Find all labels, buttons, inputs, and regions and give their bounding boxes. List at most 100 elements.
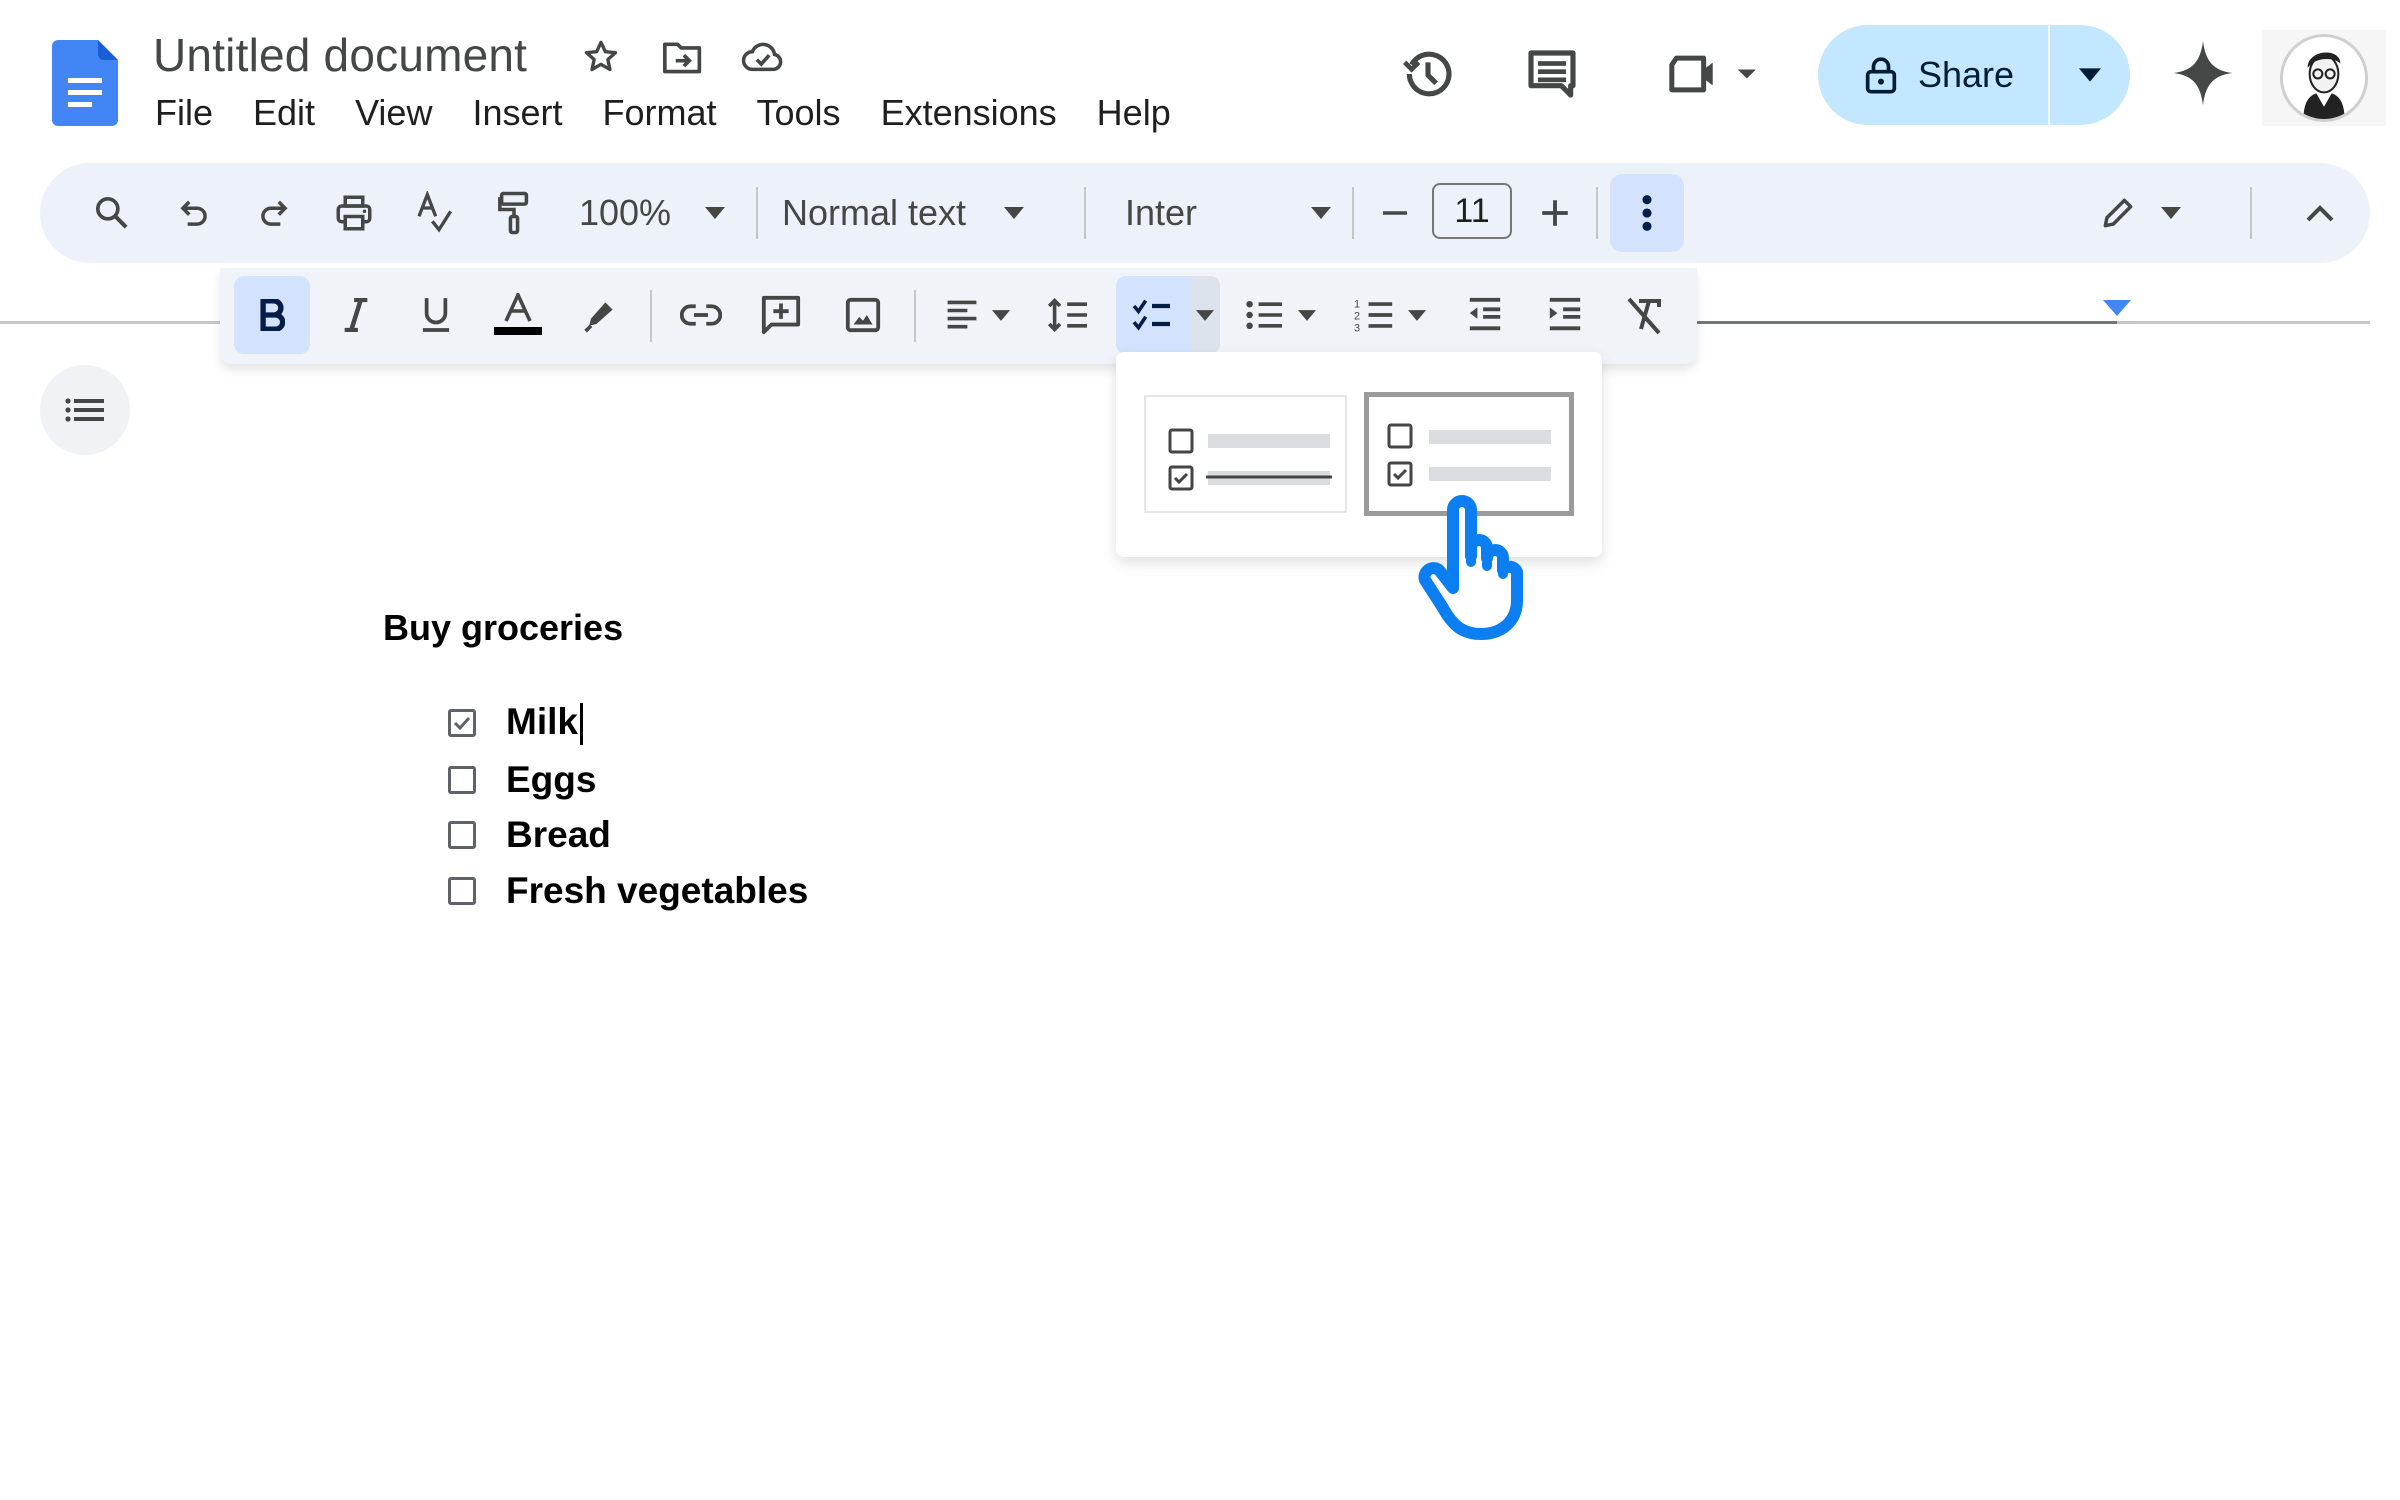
- hide-menus-button[interactable]: [2290, 163, 2350, 263]
- undo-button[interactable]: [164, 163, 224, 263]
- comments-icon[interactable]: [1520, 42, 1584, 106]
- zoom-value: 100%: [578, 192, 672, 233]
- outline-list-icon: [65, 398, 105, 422]
- increase-indent-button[interactable]: [1532, 276, 1598, 354]
- checklist-item: Fresh vegetables: [448, 866, 808, 916]
- checkbox-unchecked[interactable]: [448, 821, 476, 849]
- caret-down-icon: [1311, 207, 1331, 219]
- avatar: [2280, 34, 2368, 122]
- caret-down-icon: [1196, 309, 1214, 321]
- zoom-select[interactable]: 100%: [572, 163, 732, 263]
- numbered-list-button[interactable]: 123: [1342, 276, 1438, 354]
- pencil-icon: [2099, 194, 2137, 232]
- increase-indent-icon: [1546, 296, 1584, 334]
- checklist-icon: [1130, 297, 1174, 333]
- add-comment-icon: [760, 294, 802, 336]
- italic-button[interactable]: [324, 276, 388, 354]
- checklist-item: Eggs: [448, 755, 596, 805]
- checkbox-checked[interactable]: [448, 709, 476, 737]
- menu-help[interactable]: Help: [1077, 92, 1191, 134]
- spelling-check-button[interactable]: [404, 163, 464, 263]
- clear-formatting-icon: [1625, 295, 1665, 335]
- checklist-item-text[interactable]: Bread: [506, 814, 611, 856]
- add-comment-button[interactable]: [748, 276, 814, 354]
- share-button-group: Share: [1818, 25, 2130, 125]
- checklist-item-text[interactable]: Fresh vegetables: [506, 870, 808, 912]
- menu-insert[interactable]: Insert: [452, 92, 582, 134]
- clear-formatting-button[interactable]: [1612, 276, 1678, 354]
- svg-text:1: 1: [1354, 299, 1360, 311]
- menu-extensions[interactable]: Extensions: [861, 92, 1077, 134]
- highlight-color-button[interactable]: [568, 276, 632, 354]
- share-dropdown-button[interactable]: [2050, 25, 2130, 125]
- menu-view[interactable]: View: [335, 92, 452, 134]
- checkbox-unchecked[interactable]: [448, 877, 476, 905]
- share-button[interactable]: Share: [1818, 25, 2048, 125]
- insert-link-button[interactable]: [668, 276, 734, 354]
- decrease-indent-button[interactable]: [1452, 276, 1518, 354]
- checklist-option-strikethrough[interactable]: [1144, 395, 1347, 513]
- redo-button[interactable]: [244, 163, 304, 263]
- bulleted-list-button[interactable]: [1232, 276, 1328, 354]
- docs-logo[interactable]: [52, 40, 118, 126]
- cloud-saved-icon[interactable]: [740, 34, 786, 80]
- lock-icon: [1864, 55, 1898, 95]
- ruler-margin: [2117, 321, 2370, 324]
- menu-format[interactable]: Format: [583, 92, 737, 134]
- checklist-item-text[interactable]: Eggs: [506, 759, 596, 801]
- decrease-font-size-button[interactable]: [1370, 163, 1420, 263]
- gemini-icon[interactable]: [2172, 40, 2234, 106]
- menu-edit[interactable]: Edit: [233, 92, 335, 134]
- show-outline-button[interactable]: [40, 365, 130, 455]
- chevron-up-icon: [2306, 204, 2334, 222]
- document-heading[interactable]: Buy groceries: [383, 607, 623, 649]
- more-options-button[interactable]: [1610, 174, 1684, 252]
- print-button[interactable]: [324, 163, 384, 263]
- checklist-item-label: Milk: [506, 700, 578, 742]
- menu-tools[interactable]: Tools: [737, 92, 861, 134]
- font-size-input[interactable]: 11: [1432, 183, 1512, 239]
- checklist-item-text[interactable]: Milk: [506, 700, 583, 746]
- menu-file[interactable]: File: [153, 92, 233, 134]
- toolbar-divider: [1596, 187, 1598, 239]
- ruler: [0, 321, 225, 324]
- checklist-button[interactable]: [1116, 276, 1220, 354]
- checklist-item: Milk: [448, 698, 583, 748]
- editing-mode-button[interactable]: [2090, 163, 2190, 263]
- font-select[interactable]: Inter: [1125, 163, 1365, 263]
- svg-text:3: 3: [1354, 322, 1360, 334]
- checkbox-unchecked[interactable]: [448, 766, 476, 794]
- insert-image-button[interactable]: [830, 276, 896, 354]
- menu-bar: File Edit View Insert Format Tools Exten…: [153, 92, 1191, 134]
- text-color-button[interactable]: [482, 276, 554, 354]
- meet-icon[interactable]: [1660, 42, 1770, 106]
- spellcheck-icon: [414, 191, 454, 235]
- version-history-icon[interactable]: [1396, 42, 1460, 106]
- right-indent-marker[interactable]: [2103, 300, 2131, 316]
- link-icon: [680, 302, 722, 328]
- paint-format-icon: [495, 190, 533, 236]
- move-to-folder-icon[interactable]: [660, 34, 706, 80]
- increase-font-size-button[interactable]: [1530, 163, 1580, 263]
- line-spacing-button[interactable]: [1036, 276, 1102, 354]
- bold-button[interactable]: [234, 276, 310, 354]
- numbered-list-icon: 123: [1354, 296, 1394, 334]
- document-title[interactable]: Untitled document: [153, 28, 527, 82]
- caret-down-icon: [2079, 68, 2101, 82]
- search-icon: [92, 193, 132, 233]
- bulleted-list-icon: [1244, 297, 1284, 333]
- paragraph-style-select[interactable]: Normal text: [782, 163, 1072, 263]
- toolbar-divider: [914, 290, 916, 342]
- account-avatar-button[interactable]: [2262, 30, 2386, 126]
- ruler-active-area: [1697, 321, 2117, 324]
- search-menus-button[interactable]: [82, 163, 142, 263]
- caret-down-icon: [705, 207, 726, 219]
- svg-text:2: 2: [1354, 311, 1360, 323]
- star-icon[interactable]: [578, 34, 624, 80]
- caret-down-icon: [1298, 309, 1316, 321]
- underline-button[interactable]: [404, 276, 468, 354]
- redo-icon: [255, 194, 293, 232]
- align-button[interactable]: [932, 276, 1022, 354]
- paint-format-button[interactable]: [484, 163, 544, 263]
- share-label: Share: [1918, 54, 2015, 95]
